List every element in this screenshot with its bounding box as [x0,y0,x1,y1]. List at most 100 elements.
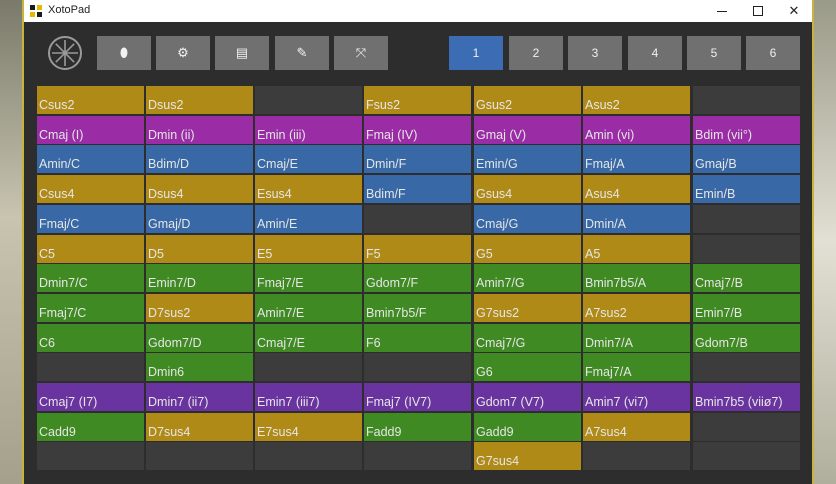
chord-pad[interactable]: Csus4 [37,175,144,203]
empty-pad[interactable] [583,442,690,470]
chord-pad[interactable]: E7sus4 [255,413,362,441]
chord-pad[interactable]: Cmaj/G [474,205,581,233]
empty-pad[interactable] [364,353,471,381]
empty-pad[interactable] [255,353,362,381]
minimize-button[interactable] [704,0,740,22]
empty-pad[interactable] [146,442,253,470]
empty-pad[interactable] [693,413,800,441]
document-button[interactable]: ▤ [215,36,269,70]
chord-pad[interactable]: Amin7 (vi7) [583,383,690,411]
chord-pad[interactable]: Fsus2 [364,86,471,114]
chord-pad[interactable]: Fmaj7/A [583,353,690,381]
chord-pad[interactable]: Emin7 (iii7) [255,383,362,411]
chord-pad[interactable]: D5 [146,235,253,263]
chord-pad[interactable]: Gadd9 [474,413,581,441]
chord-pad[interactable]: Fmaj7/E [255,264,362,292]
chord-pad[interactable]: D7sus2 [146,294,253,322]
chord-pad[interactable]: Dmin7/C [37,264,144,292]
chord-pad[interactable]: Bdim/D [146,145,253,173]
chord-pad[interactable]: Gdom7/F [364,264,471,292]
page-tab-3[interactable]: 3 [568,36,622,70]
chord-pad[interactable]: Cmaj7/E [255,324,362,352]
chord-pad[interactable]: Gdom7 (V7) [474,383,581,411]
chord-pad[interactable]: C6 [37,324,144,352]
page-tab-4[interactable]: 4 [628,36,682,70]
chord-pad[interactable]: Gmaj/B [693,145,800,173]
expand-button[interactable]: ⤧ [334,36,388,70]
chord-pad[interactable]: Bdim (vii°) [693,116,800,144]
chord-pad[interactable]: Dmin6 [146,353,253,381]
ghost-button[interactable]: ⬮ [97,36,151,70]
gear-button[interactable]: ⚙ [156,36,210,70]
chord-pad[interactable]: Emin7/D [146,264,253,292]
chord-pad[interactable]: Gmaj/D [146,205,253,233]
chord-pad[interactable]: Cmaj7/G [474,324,581,352]
chord-pad[interactable]: Asus2 [583,86,690,114]
empty-pad[interactable] [364,205,471,233]
empty-pad[interactable] [364,442,471,470]
chord-pad[interactable]: Amin/E [255,205,362,233]
chord-pad[interactable]: Bmin7b5/A [583,264,690,292]
pencil-button[interactable]: ✎ [275,36,329,70]
chord-pad[interactable]: Emin7/B [693,294,800,322]
empty-pad[interactable] [255,442,362,470]
maximize-button[interactable] [740,0,776,22]
chord-pad[interactable]: Dmin7 (ii7) [146,383,253,411]
chord-pad[interactable]: G6 [474,353,581,381]
chord-pad[interactable]: Dmin/A [583,205,690,233]
page-tab-2[interactable]: 2 [509,36,563,70]
empty-pad[interactable] [693,235,800,263]
empty-pad[interactable] [693,86,800,114]
page-tab-1[interactable]: 1 [449,36,503,70]
chord-pad[interactable]: Cmaj (I) [37,116,144,144]
page-tab-6[interactable]: 6 [746,36,800,70]
chord-pad[interactable]: Emin/B [693,175,800,203]
chord-pad[interactable]: Dsus4 [146,175,253,203]
chord-pad[interactable]: Cmaj7/B [693,264,800,292]
empty-pad[interactable] [693,205,800,233]
chord-pad[interactable]: Emin (iii) [255,116,362,144]
chord-pad[interactable]: G7sus2 [474,294,581,322]
chord-pad[interactable]: D7sus4 [146,413,253,441]
chord-pad[interactable]: Fmaj/A [583,145,690,173]
chord-pad[interactable]: F5 [364,235,471,263]
chord-pad[interactable]: A7sus2 [583,294,690,322]
chord-pad[interactable]: G7sus4 [474,442,581,470]
page-tab-5[interactable]: 5 [687,36,741,70]
chord-pad[interactable]: Esus4 [255,175,362,203]
chord-pad[interactable]: C5 [37,235,144,263]
chord-pad[interactable]: Fmaj (IV) [364,116,471,144]
chord-pad[interactable]: Csus2 [37,86,144,114]
chord-pad[interactable]: Gdom7/D [146,324,253,352]
chord-pad[interactable]: Dmin (ii) [146,116,253,144]
chord-pad[interactable]: Gmaj (V) [474,116,581,144]
chord-pad[interactable]: Fmaj/C [37,205,144,233]
chord-pad[interactable]: Amin7/G [474,264,581,292]
empty-pad[interactable] [255,86,362,114]
chord-pad[interactable]: Bdim/F [364,175,471,203]
chord-pad[interactable]: Dmin7/A [583,324,690,352]
chord-pad[interactable]: E5 [255,235,362,263]
chord-pad[interactable]: Cadd9 [37,413,144,441]
chord-pad[interactable]: Bmin7b5/F [364,294,471,322]
chord-pad[interactable]: Amin (vi) [583,116,690,144]
chord-pad[interactable]: Gdom7/B [693,324,800,352]
chord-pad[interactable]: Bmin7b5 (viiø7) [693,383,800,411]
chord-pad[interactable]: Fmaj7/C [37,294,144,322]
chord-pad[interactable]: Amin/C [37,145,144,173]
empty-pad[interactable] [693,353,800,381]
chord-pad[interactable]: Amin7/E [255,294,362,322]
empty-pad[interactable] [37,353,144,381]
logo-icon[interactable] [48,36,82,70]
chord-pad[interactable]: Fadd9 [364,413,471,441]
chord-pad[interactable]: Gsus4 [474,175,581,203]
empty-pad[interactable] [37,442,144,470]
chord-pad[interactable]: Cmaj/E [255,145,362,173]
chord-pad[interactable]: Emin/G [474,145,581,173]
chord-pad[interactable]: Dmin/F [364,145,471,173]
empty-pad[interactable] [693,442,800,470]
chord-pad[interactable]: A7sus4 [583,413,690,441]
chord-pad[interactable]: G5 [474,235,581,263]
chord-pad[interactable]: Cmaj7 (I7) [37,383,144,411]
chord-pad[interactable]: Fmaj7 (IV7) [364,383,471,411]
